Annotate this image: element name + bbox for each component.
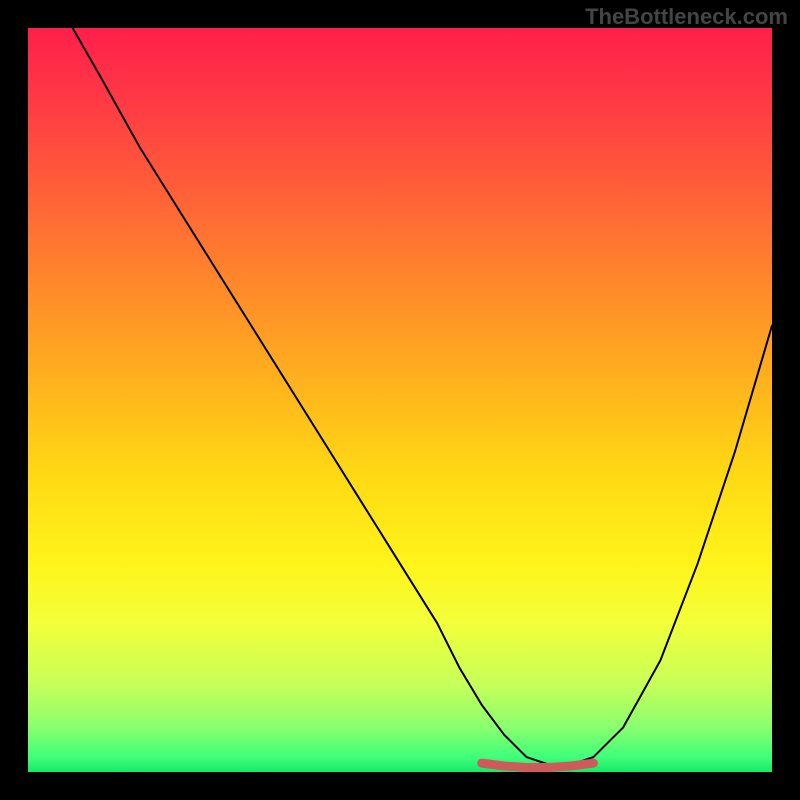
watermark-text: TheBottleneck.com [585,4,788,30]
chart-svg [28,28,772,772]
series-black-curve [73,28,772,765]
chart-container: TheBottleneck.com [0,0,800,800]
plot-area [28,28,772,772]
series-red-flat-segment [482,763,594,767]
